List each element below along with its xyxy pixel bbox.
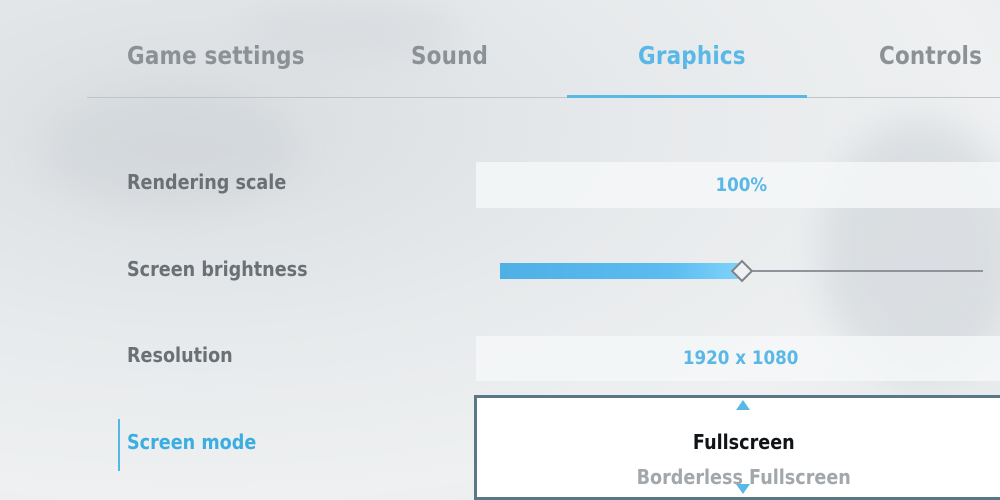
tab-game-settings[interactable]: Game settings <box>127 36 305 76</box>
active-row-indicator <box>118 419 120 471</box>
chevron-down-icon[interactable] <box>736 484 750 494</box>
resolution-selector[interactable]: 1920 x 1080 <box>476 336 1000 381</box>
rendering-scale-value: 100% <box>715 174 767 196</box>
tab-divider <box>87 97 1000 98</box>
screen-mode-dropdown[interactable]: Fullscreen Borderless Fullscreen <box>474 395 1000 500</box>
slider-track[interactable] <box>741 270 983 272</box>
resolution-label: Resolution <box>127 343 233 367</box>
selected-option-text: Fullscreen <box>693 430 795 454</box>
rendering-scale-selector[interactable]: 100% <box>476 162 1000 208</box>
rendering-scale-label: Rendering scale <box>127 170 287 194</box>
tab-controls[interactable]: Controls <box>879 36 982 76</box>
settings-tabs: Game settings Sound Graphics Controls <box>0 0 1000 98</box>
chevron-up-icon[interactable] <box>736 400 750 410</box>
tab-sound[interactable]: Sound <box>411 36 488 76</box>
dropdown-selected-option[interactable]: Fullscreen <box>477 430 1000 454</box>
active-tab-underline <box>567 95 807 98</box>
screen-mode-label: Screen mode <box>127 430 257 454</box>
slider-fill <box>500 263 742 279</box>
tab-graphics[interactable]: Graphics <box>638 36 746 76</box>
resolution-value: 1920 x 1080 <box>683 347 799 369</box>
screen-brightness-label: Screen brightness <box>127 257 308 281</box>
